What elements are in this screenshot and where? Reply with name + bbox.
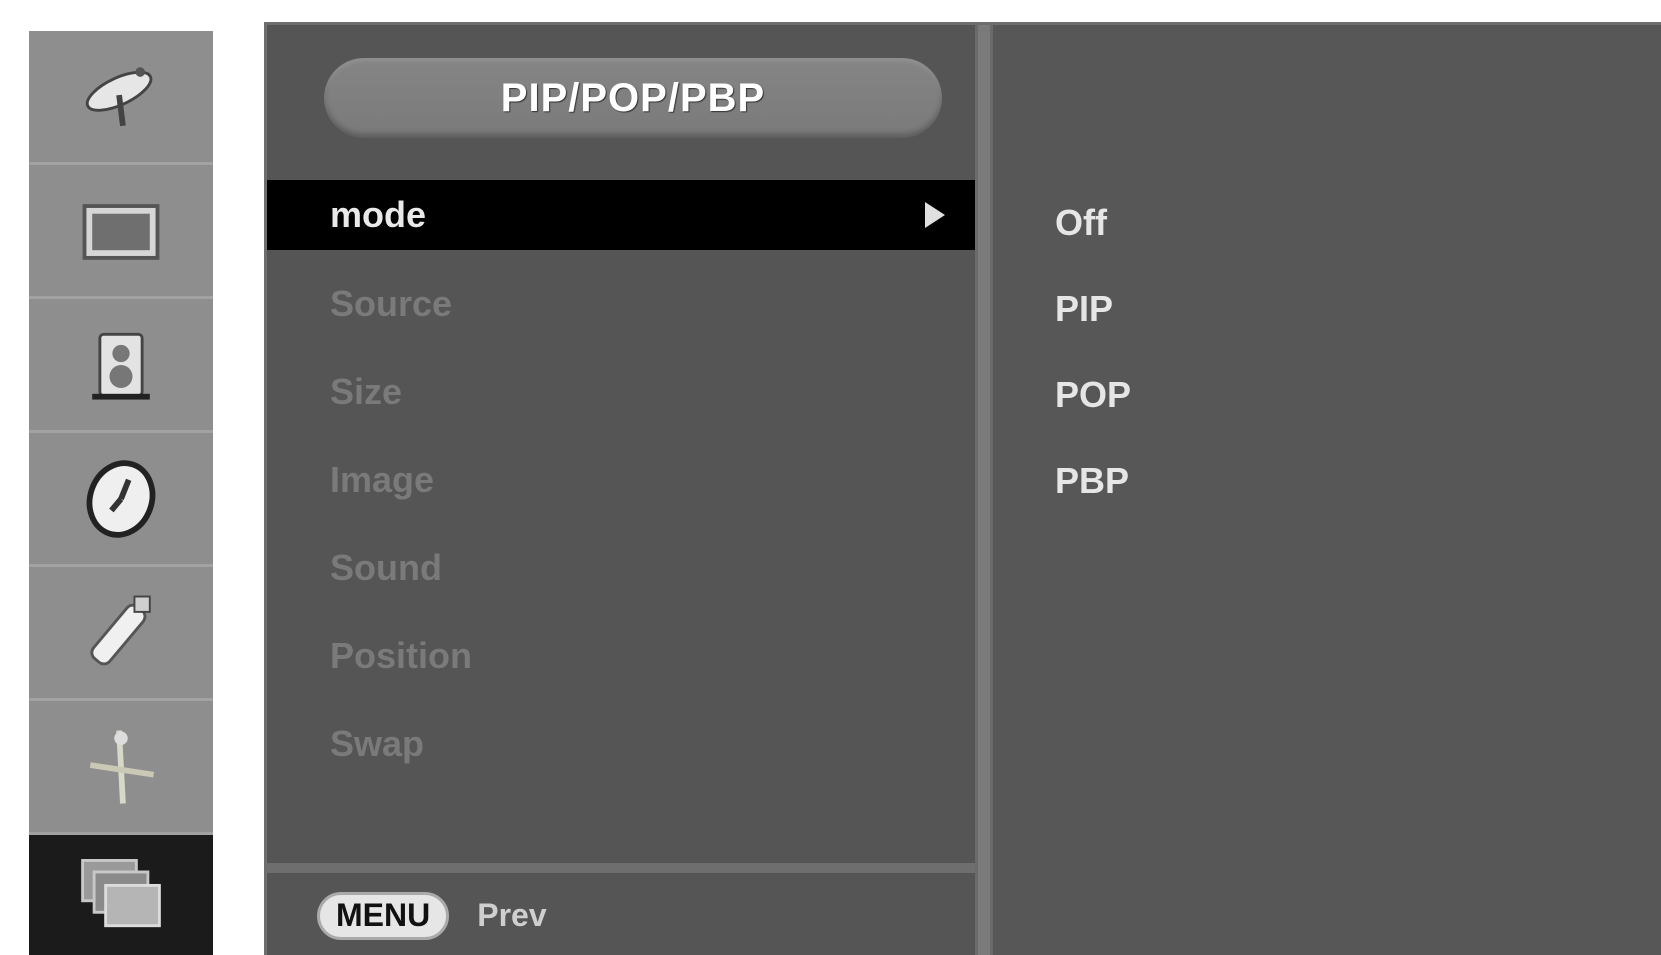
menu-item-mode[interactable]: mode <box>267 180 975 250</box>
category-rail <box>29 31 213 955</box>
rail-item-satellite[interactable] <box>29 31 213 165</box>
option-label: POP <box>1055 374 1132 415</box>
footer-action-label: Prev <box>477 897 547 933</box>
menu-item-image[interactable]: Image <box>267 436 975 524</box>
menu-footer: MENU Prev <box>267 863 975 955</box>
rail-item-audio[interactable] <box>29 299 213 433</box>
satellite-dish-icon <box>85 66 153 126</box>
option-pop[interactable]: POP <box>1055 352 1131 438</box>
menu-key-button[interactable]: MENU <box>317 891 450 940</box>
menu-item-size[interactable]: Size <box>267 348 975 436</box>
menu-item-swap[interactable]: Swap <box>267 700 975 788</box>
option-label: Off <box>1055 202 1107 243</box>
menu-list: mode Source Size Image Sound Position Sw… <box>267 180 975 788</box>
pip-windows-icon <box>81 859 161 928</box>
option-pbp[interactable]: PBP <box>1055 438 1131 524</box>
option-off[interactable]: Off <box>1055 180 1131 266</box>
menu-item-label: Size <box>330 371 403 412</box>
remote-key-icon <box>90 595 151 665</box>
menu-item-label: mode <box>330 194 427 235</box>
menu-item-label: Position <box>330 635 472 676</box>
menu-title-pill: PIP/POP/PBP <box>324 58 942 138</box>
screen-icon <box>82 203 160 260</box>
submenu-arrow-icon <box>925 202 945 228</box>
rail-item-setup[interactable] <box>29 701 213 835</box>
audio-speaker-icon <box>92 332 150 400</box>
column-divider <box>975 25 993 955</box>
menu-item-label: Sound <box>330 547 442 588</box>
osd-panel: PIP/POP/PBP mode Source Size Image Sound <box>264 22 1661 955</box>
rail-item-time[interactable] <box>29 433 213 567</box>
menu-item-label: Image <box>330 459 435 500</box>
rail-item-pip[interactable] <box>29 835 213 955</box>
menu-item-sound[interactable]: Sound <box>267 524 975 612</box>
menu-item-label: Swap <box>330 723 425 764</box>
time-clock-icon <box>86 459 156 538</box>
rail-item-option[interactable] <box>29 567 213 701</box>
option-label: PIP <box>1055 288 1114 329</box>
osd-screen: PIP/POP/PBP mode Source Size Image Sound <box>0 0 1661 955</box>
rail-item-picture[interactable] <box>29 165 213 299</box>
menu-title: PIP/POP/PBP <box>500 75 766 120</box>
menu-column: PIP/POP/PBP mode Source Size Image Sound <box>267 25 975 955</box>
menu-key-label: MENU <box>336 897 431 933</box>
options-column: Off PIP POP PBP <box>993 25 1661 955</box>
tuning-icon <box>89 729 155 804</box>
menu-item-position[interactable]: Position <box>267 612 975 700</box>
option-label: PBP <box>1055 460 1130 501</box>
menu-item-source[interactable]: Source <box>267 260 975 348</box>
menu-item-label: Source <box>330 283 453 324</box>
option-pip[interactable]: PIP <box>1055 266 1131 352</box>
option-list: Off PIP POP PBP <box>1055 180 1131 524</box>
